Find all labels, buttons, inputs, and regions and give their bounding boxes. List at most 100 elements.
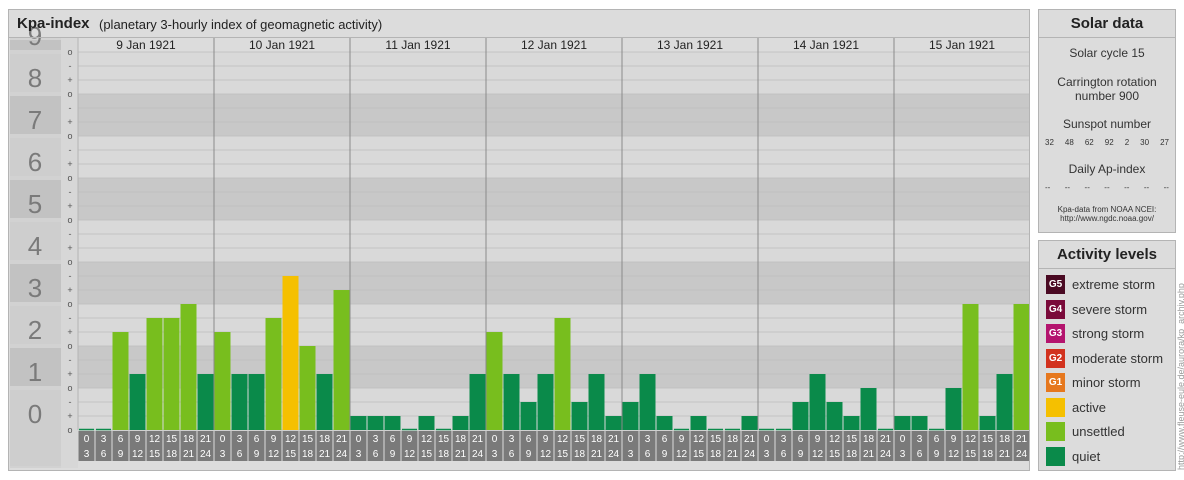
hour-start-label: 0 bbox=[492, 434, 498, 445]
kp-bar bbox=[265, 317, 282, 430]
ap-value: -- bbox=[1064, 183, 1071, 192]
kp-bar bbox=[299, 346, 316, 430]
ap-value: -- bbox=[1124, 183, 1130, 192]
hour-start-label: 18 bbox=[455, 434, 467, 445]
activity-levels-panel: Activity levels G5 extreme storm G4 seve… bbox=[1038, 240, 1176, 471]
hour-end-label: 24 bbox=[1016, 449, 1028, 460]
kp-bar bbox=[945, 388, 962, 430]
hour-end-label: 21 bbox=[183, 449, 195, 460]
kp-bar bbox=[333, 290, 350, 430]
hour-start-label: 15 bbox=[574, 434, 586, 445]
hour-end-label: 15 bbox=[421, 449, 433, 460]
kp-bar bbox=[741, 416, 758, 430]
hour-start-label: 6 bbox=[526, 434, 532, 445]
y-tick-label: 0 bbox=[28, 399, 42, 429]
carrington-rotation-label: Carrington rotation bbox=[1057, 75, 1157, 89]
hour-start-label: 21 bbox=[880, 434, 892, 445]
kp-bar bbox=[996, 374, 1013, 430]
y-subtick-label: + bbox=[67, 285, 72, 295]
hour-start-label: 21 bbox=[608, 434, 620, 445]
y-subtick-label: + bbox=[67, 327, 72, 337]
sunspot-value: 32 bbox=[1045, 138, 1054, 147]
hour-start-label: 21 bbox=[744, 434, 756, 445]
grid-band bbox=[78, 94, 1029, 136]
hour-start-label: 9 bbox=[135, 434, 141, 445]
hour-end-label: 9 bbox=[526, 449, 532, 460]
kp-bar bbox=[571, 401, 588, 430]
y-tick-label: 7 bbox=[28, 105, 42, 135]
hour-end-label: 21 bbox=[591, 449, 603, 460]
hour-start-label: 6 bbox=[798, 434, 804, 445]
legend-label: moderate storm bbox=[1072, 350, 1164, 366]
hour-start-label: 0 bbox=[220, 434, 226, 445]
y-subtick-label: + bbox=[67, 369, 72, 379]
legend-label: quiet bbox=[1072, 448, 1101, 464]
hour-start-label: 9 bbox=[271, 434, 277, 445]
kp-bar bbox=[231, 374, 248, 430]
hour-start-label: 0 bbox=[764, 434, 770, 445]
y-subtick-label: o bbox=[67, 341, 72, 351]
kp-bar bbox=[809, 374, 826, 430]
kp-bar bbox=[197, 374, 214, 430]
hour-end-label: 6 bbox=[645, 449, 651, 460]
ap-value: -- bbox=[1045, 183, 1051, 192]
hour-start-label: 21 bbox=[336, 434, 348, 445]
hour-start-label: 18 bbox=[591, 434, 603, 445]
data-source: Kpa-data from NOAA NCEI: bbox=[1057, 205, 1157, 214]
y-subtick-label: + bbox=[67, 159, 72, 169]
grid-band bbox=[78, 220, 1029, 262]
hour-end-label: 3 bbox=[356, 449, 362, 460]
y-tick-label: 4 bbox=[28, 231, 42, 261]
day-label: 11 Jan 1921 bbox=[385, 38, 450, 52]
chart-header: Kpa-index (planetary 3-hourly index of g… bbox=[9, 10, 1029, 38]
hour-start-label: 0 bbox=[356, 434, 362, 445]
hour-end-label: 9 bbox=[798, 449, 804, 460]
hour-end-label: 18 bbox=[982, 449, 994, 460]
hour-start-label: 3 bbox=[101, 434, 107, 445]
legend-label: strong storm bbox=[1072, 326, 1145, 341]
kp-bar bbox=[894, 416, 911, 430]
hour-end-label: 3 bbox=[628, 449, 634, 460]
y-subtick-label: o bbox=[67, 425, 72, 435]
hour-end-label: 3 bbox=[220, 449, 226, 460]
legend-item-g2: G2 moderate storm bbox=[1046, 348, 1164, 368]
hour-end-label: 18 bbox=[438, 449, 450, 460]
sunspot-value: 2 bbox=[1124, 138, 1130, 147]
data-source-link[interactable]: http://www.ngdc.noaa.gov/ bbox=[1039, 214, 1175, 223]
daily-ap-label: Daily Ap-index bbox=[1068, 162, 1146, 176]
legend-swatch: G5 bbox=[1046, 275, 1065, 294]
y-subtick-label: - bbox=[69, 103, 72, 113]
kp-bar bbox=[979, 416, 996, 430]
y-subtick-label: - bbox=[69, 187, 72, 197]
day-label: 13 Jan 1921 bbox=[657, 38, 723, 52]
kp-bar bbox=[418, 416, 435, 430]
hour-start-label: 3 bbox=[237, 434, 243, 445]
hour-end-label: 9 bbox=[662, 449, 668, 460]
daily-ap-values: -- -- -- -- -- -- -- bbox=[1045, 183, 1169, 192]
hour-end-label: 3 bbox=[492, 449, 498, 460]
y-tick-label: 2 bbox=[28, 315, 42, 345]
y-tick-label: 8 bbox=[28, 63, 42, 93]
legend-swatch: G4 bbox=[1046, 299, 1065, 319]
source-website-link[interactable]: http://www.fleuse-eule.de/aurora/kp_arch… bbox=[1176, 283, 1184, 470]
hour-end-label: 18 bbox=[302, 449, 314, 460]
activity-levels-heading: Activity levels bbox=[1039, 241, 1175, 269]
y-subtick-label: o bbox=[67, 383, 72, 393]
hour-start-label: 15 bbox=[166, 434, 178, 445]
legend-item-g3: G3 strong storm bbox=[1046, 324, 1144, 343]
hour-start-label: 6 bbox=[390, 434, 396, 445]
y-subtick-label: - bbox=[69, 271, 72, 281]
kpa-chart-panel: 0 1 2 3 4 5 6 7 8 9 o + - o + - o + - o + - o + - o + - o + - o + - o + - o 9 … bbox=[8, 9, 1030, 471]
kp-bar bbox=[163, 317, 180, 430]
hour-end-label: 18 bbox=[166, 449, 178, 460]
kp-bar bbox=[605, 416, 622, 430]
solar-data-panel: Solar data Solar cycle 15 Carrington rot… bbox=[1038, 9, 1176, 233]
hour-end-label: 6 bbox=[781, 449, 787, 460]
legend-item-unsettled: unsettled bbox=[1046, 422, 1125, 441]
kp-bar bbox=[520, 401, 537, 430]
hour-end-label: 3 bbox=[764, 449, 770, 460]
kp-bar bbox=[792, 401, 809, 430]
hour-start-label: 3 bbox=[373, 434, 379, 445]
hour-start-label: 9 bbox=[815, 434, 821, 445]
hour-end-label: 3 bbox=[84, 449, 90, 460]
